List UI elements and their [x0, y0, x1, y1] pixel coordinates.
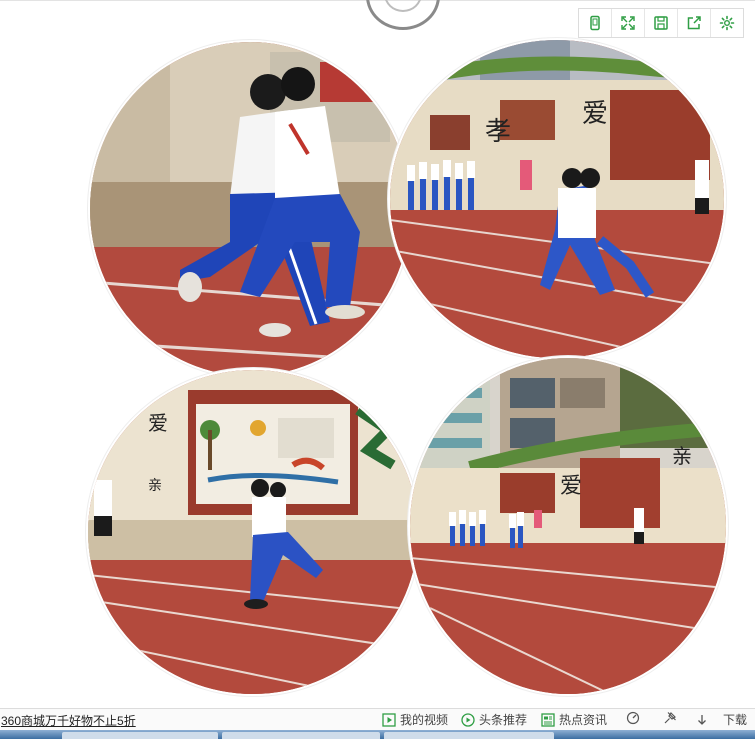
- fullscreen-button[interactable]: [612, 9, 645, 37]
- svg-text:亲: 亲: [672, 444, 692, 468]
- share-button[interactable]: [678, 9, 711, 37]
- save-button[interactable]: [645, 9, 678, 37]
- image-viewer-toolbar: [578, 8, 744, 38]
- svg-text:爱: 爱: [582, 99, 608, 129]
- share-icon: [687, 16, 701, 30]
- svg-text:孝: 孝: [485, 117, 511, 147]
- taskbar-window-1[interactable]: [62, 732, 218, 739]
- speed-button[interactable]: [626, 711, 640, 725]
- headline-recommend-button[interactable]: 头条推荐: [461, 711, 527, 728]
- photo-top-left[interactable]: [88, 40, 412, 378]
- news-icon: [541, 712, 555, 727]
- download-button[interactable]: 下载: [695, 711, 747, 728]
- pin-button[interactable]: [663, 711, 677, 725]
- video-play-icon: [382, 712, 396, 727]
- hot-news-button[interactable]: 热点资讯: [541, 711, 607, 728]
- browser-status-bar: 360商城万千好物不止5折 我的视频 头条推荐 热点资讯 下载: [0, 708, 755, 730]
- photo-top-right[interactable]: 孝 爱: [388, 38, 726, 360]
- fullscreen-icon: [621, 16, 635, 30]
- hot-news-label: 热点资讯: [559, 713, 608, 727]
- save-icon: [654, 16, 668, 30]
- os-taskbar: [0, 730, 755, 739]
- settings-button[interactable]: [711, 9, 743, 37]
- my-video-label: 我的视频: [400, 713, 449, 727]
- download-label: 下载: [723, 713, 748, 727]
- pin-icon: [664, 712, 676, 724]
- taskbar-window-2[interactable]: [222, 732, 380, 739]
- photo-bottom-left[interactable]: 爱 亲: [86, 368, 420, 696]
- promo-link[interactable]: 360商城万千好物不止5折: [1, 712, 136, 729]
- speedometer-icon: [626, 711, 640, 725]
- taskbar-window-3[interactable]: [384, 732, 554, 739]
- my-video-button[interactable]: 我的视频: [382, 711, 448, 728]
- svg-text:爱: 爱: [148, 411, 168, 435]
- tablet-view-button[interactable]: [579, 9, 612, 37]
- circle-play-icon: [461, 712, 475, 727]
- svg-text:亲: 亲: [148, 478, 162, 494]
- svg-text:爱: 爱: [560, 474, 582, 499]
- download-arrow-icon: [698, 714, 706, 725]
- tablet-icon: [590, 15, 600, 31]
- headline-recommend-label: 头条推荐: [479, 713, 528, 727]
- photo-bottom-right[interactable]: 爱 亲: [408, 356, 728, 696]
- settings-icon: [719, 15, 735, 31]
